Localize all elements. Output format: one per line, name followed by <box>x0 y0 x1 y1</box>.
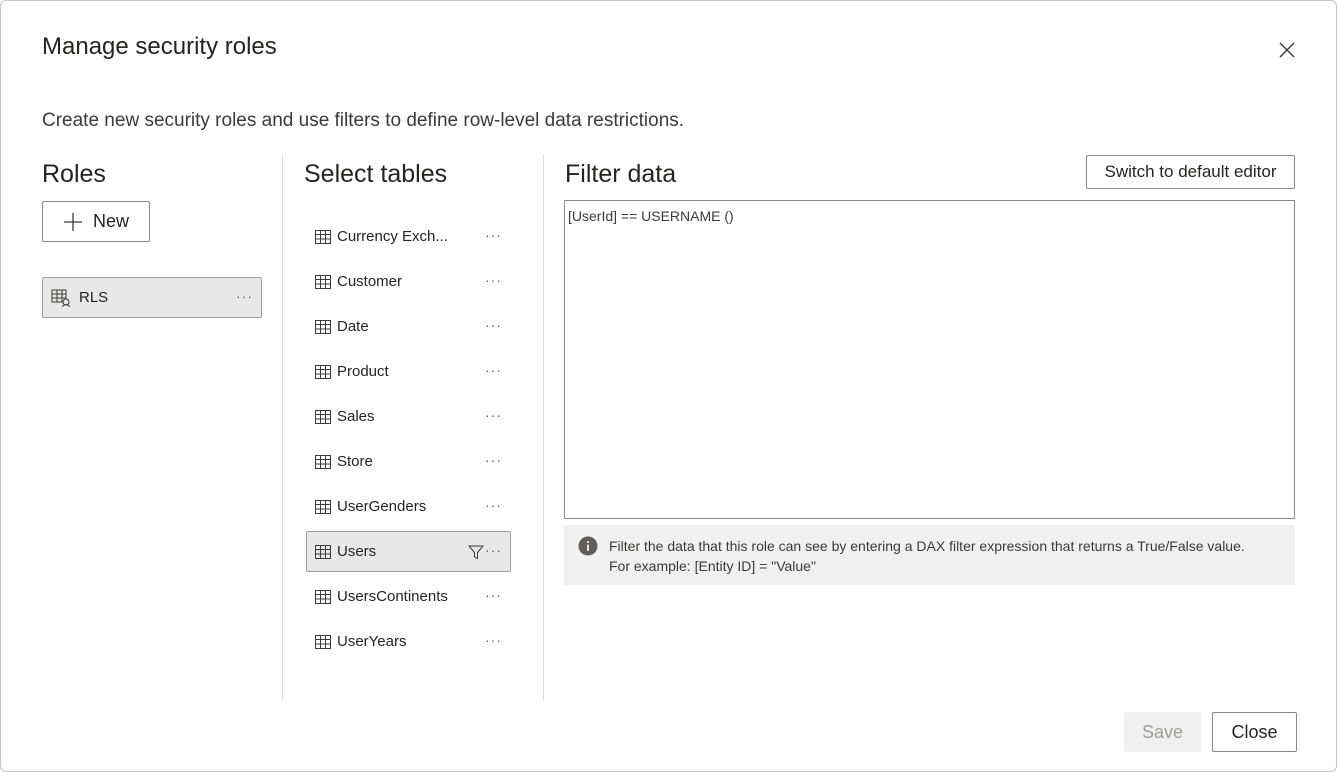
more-icon[interactable]: ··· <box>485 272 502 288</box>
table-item-label: Sales <box>337 408 375 425</box>
close-button[interactable]: Close <box>1212 712 1297 752</box>
info-icon <box>578 536 598 556</box>
info-line-2: For example: [Entity ID] = "Value" <box>609 558 816 574</box>
manage-security-roles-dialog: Manage security roles Create new securit… <box>0 0 1337 772</box>
close-dialog-button[interactable] <box>1273 36 1301 64</box>
dax-filter-editor[interactable]: [UserId] == USERNAME () <box>564 200 1295 519</box>
more-icon[interactable]: ··· <box>485 227 502 243</box>
new-role-label: New <box>92 211 129 231</box>
more-icon[interactable]: ··· <box>485 317 502 333</box>
save-button[interactable]: Save <box>1124 712 1201 752</box>
table-item-users[interactable]: Users ··· <box>306 531 511 572</box>
table-icon <box>315 229 331 244</box>
table-item-useryears[interactable]: UserYears ··· <box>306 621 511 662</box>
table-item-customer[interactable]: Customer ··· <box>306 261 511 302</box>
select-tables-heading: Select tables <box>304 160 448 188</box>
table-item-label: UsersContinents <box>337 588 448 605</box>
more-icon[interactable]: ··· <box>485 587 502 603</box>
more-icon[interactable]: ··· <box>485 407 502 423</box>
switch-to-default-editor-button[interactable]: Switch to default editor <box>1086 155 1295 189</box>
table-icon <box>315 319 331 334</box>
table-item-label: UserGenders <box>337 498 427 515</box>
new-role-button[interactable]: New <box>42 201 150 242</box>
info-message-bar: Filter the data that this role can see b… <box>564 525 1295 585</box>
table-item-currency-exchange[interactable]: Currency Exch... ··· <box>306 216 511 257</box>
table-icon <box>315 364 331 379</box>
table-icon <box>315 589 331 604</box>
filter-icon <box>468 545 484 560</box>
table-item-sales[interactable]: Sales ··· <box>306 396 511 437</box>
more-icon[interactable]: ··· <box>485 542 502 558</box>
table-item-label: Store <box>337 453 373 470</box>
info-line-1: Filter the data that this role can see b… <box>609 538 1245 554</box>
more-icon[interactable]: ··· <box>485 632 502 648</box>
table-icon <box>315 409 331 424</box>
table-icon <box>315 634 331 649</box>
table-item-label: Date <box>337 318 369 335</box>
table-icon <box>315 274 331 289</box>
table-item-label: Currency Exch... <box>337 228 448 245</box>
info-message-text: Filter the data that this role can see b… <box>609 536 1245 576</box>
table-list: Currency Exch... ··· Customer ··· Date ·… <box>306 216 511 666</box>
filter-data-heading: Filter data <box>565 160 677 188</box>
dialog-title: Manage security roles <box>42 33 277 60</box>
table-item-label: Product <box>337 363 389 380</box>
role-icon <box>51 289 71 307</box>
table-icon <box>315 454 331 469</box>
table-item-usergenders[interactable]: UserGenders ··· <box>306 486 511 527</box>
plus-icon <box>63 212 82 231</box>
table-item-label: UserYears <box>337 633 407 650</box>
table-item-store[interactable]: Store ··· <box>306 441 511 482</box>
roles-heading: Roles <box>42 160 106 188</box>
table-icon <box>315 499 331 514</box>
role-item-rls[interactable]: RLS ··· <box>42 277 262 318</box>
table-item-date[interactable]: Date ··· <box>306 306 511 347</box>
table-icon <box>315 544 331 559</box>
table-item-label: Users <box>337 543 377 560</box>
column-divider <box>282 154 283 700</box>
table-item-userscontinents[interactable]: UsersContinents ··· <box>306 576 511 617</box>
role-item-label: RLS <box>79 289 109 306</box>
more-icon[interactable]: ··· <box>485 497 502 513</box>
table-item-label: Customer <box>337 273 403 290</box>
more-icon[interactable]: ··· <box>485 452 502 468</box>
more-icon[interactable]: ··· <box>485 362 502 378</box>
close-icon <box>1279 42 1295 58</box>
table-item-product[interactable]: Product ··· <box>306 351 511 392</box>
column-divider <box>543 154 544 700</box>
dialog-subtitle: Create new security roles and use filter… <box>42 110 685 131</box>
more-icon[interactable]: ··· <box>236 288 253 304</box>
